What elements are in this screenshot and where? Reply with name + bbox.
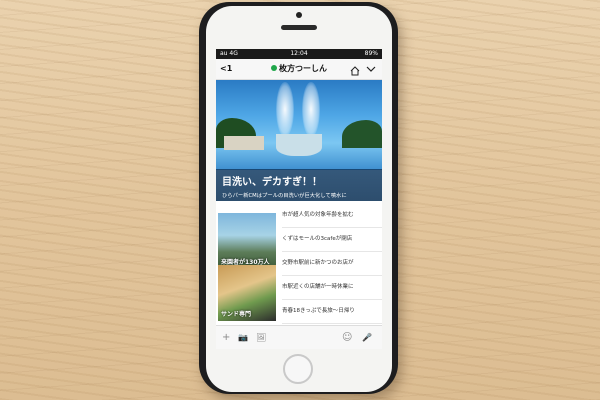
list-item[interactable]: 交野市駅前に新かつのお店が [282, 251, 382, 276]
hero-headline: 目洗い、デカすぎ！！ [222, 177, 322, 188]
chat-header: <1 枚方つーしん [216, 59, 382, 80]
phone-screen: au 4G 12:04 89% <1 枚方つーしん 目洗い、デカすぎ！！ ひらパ… [216, 49, 382, 349]
message-toolbar: + 📷 🖼 ☺ 🎤 [216, 325, 382, 349]
plus-icon[interactable]: + [222, 326, 230, 349]
list-item[interactable]: 市駅近くの店舗が一時休業に [282, 275, 382, 300]
water-spray [276, 82, 294, 137]
battery-indicator: 89% [364, 50, 378, 57]
hero-image-fountain[interactable] [216, 80, 382, 170]
clock: 12:04 [290, 50, 308, 57]
status-bar: au 4G 12:04 89% [216, 49, 382, 59]
hero-subhead: ひらパー新CMはプールの目洗いが巨大化して噴水に [222, 193, 347, 199]
thumbnail-crowd[interactable]: 来園者が130万人 [218, 213, 276, 269]
mic-icon[interactable]: 🎤 [362, 326, 372, 349]
earpiece [281, 25, 317, 30]
trees [342, 120, 382, 148]
emoji-icon[interactable]: ☺ [342, 326, 352, 349]
building [224, 136, 264, 150]
thumbnail-sandwich[interactable]: サンド専門 [218, 265, 276, 321]
chat-title-text: 枚方つーしん [279, 64, 327, 73]
front-camera [296, 12, 302, 18]
list-item[interactable]: 市が超人気の対象年齢を拡む [282, 203, 382, 228]
thumbnail-caption: サンド専門 [221, 311, 252, 318]
verified-shield-icon [271, 65, 277, 71]
article-list: 来園者が130万人 サンド専門 市が超人気の対象年齢を拡む くずはモールの3ca… [216, 201, 382, 324]
list-item[interactable]: 青春18きっぷで長旅～日帰り [282, 299, 382, 324]
image-icon[interactable]: 🖼 [256, 326, 266, 349]
list-item[interactable]: くずはモールの3cafeが閉店 [282, 227, 382, 252]
home-button[interactable] [283, 354, 313, 384]
eyewash-fountain [276, 134, 322, 156]
water-spray [302, 82, 320, 137]
camera-icon[interactable]: 📷 [238, 326, 248, 349]
